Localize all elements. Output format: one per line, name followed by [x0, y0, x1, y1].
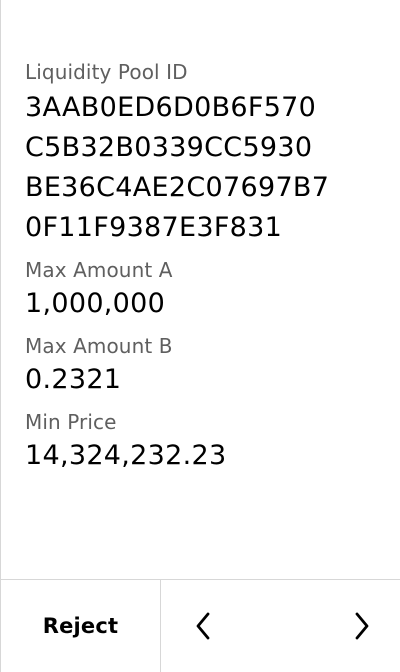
chevron-left-icon [196, 612, 210, 640]
action-footer: Reject [1, 579, 400, 672]
navigation-controls [161, 580, 400, 672]
max-amount-a-value: 1,000,000 [25, 288, 166, 319]
min-price-label: Min Price [25, 410, 117, 434]
min-price-value: 14,324,232.23 [25, 440, 227, 471]
max-amount-b-field: Max Amount B 0.2321 [25, 332, 395, 400]
max-amount-a-field: Max Amount A 1,000,000 [25, 256, 395, 324]
review-screen: Liquidity Pool ID 3AAB0ED6D0B6F570 C5B32… [0, 0, 400, 672]
liquidity-pool-id-line-4: 0F11F9387E3F831 [25, 212, 283, 243]
reject-button[interactable]: Reject [1, 580, 161, 672]
previous-button[interactable] [191, 606, 215, 646]
chevron-right-icon [355, 612, 369, 640]
next-button[interactable] [350, 606, 374, 646]
liquidity-pool-id-line-1: 3AAB0ED6D0B6F570 [25, 92, 317, 123]
min-price-field: Min Price 14,324,232.23 [25, 408, 395, 476]
max-amount-b-value: 0.2321 [25, 364, 122, 395]
liquidity-pool-id-line-2: C5B32B0339CC5930 [25, 132, 313, 163]
max-amount-a-label: Max Amount A [25, 258, 173, 282]
liquidity-pool-id-label: Liquidity Pool ID [25, 60, 188, 84]
max-amount-b-label: Max Amount B [25, 334, 173, 358]
liquidity-pool-id-value: 3AAB0ED6D0B6F570 C5B32B0339CC5930 BE36C4… [25, 88, 395, 248]
liquidity-pool-id-line-3: BE36C4AE2C07697B7 [25, 172, 330, 203]
liquidity-pool-id-field: Liquidity Pool ID 3AAB0ED6D0B6F570 C5B32… [25, 58, 395, 248]
transaction-details: Liquidity Pool ID 3AAB0ED6D0B6F570 C5B32… [25, 58, 395, 484]
